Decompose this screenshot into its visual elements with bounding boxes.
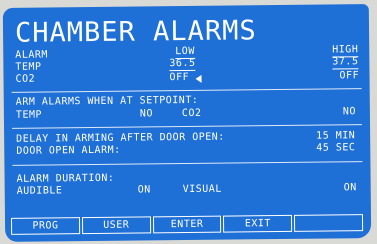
audible-label: AUDIBLE <box>16 185 63 197</box>
alarm-column-header: ALARM <box>15 49 48 61</box>
lcd-screen: CHAMBER ALARMS ALARM LOW HIGH TEMP 36.5 … <box>2 4 372 242</box>
temp-low-value[interactable]: 36.5 <box>169 58 196 72</box>
arm-co2-value[interactable]: NO <box>343 106 356 117</box>
divider <box>12 124 363 129</box>
prog-button[interactable]: PROG <box>10 217 80 235</box>
function-key-bar: PROG USER ENTER EXIT <box>10 214 364 235</box>
visual-label: VISUAL <box>182 183 222 196</box>
enter-button[interactable]: ENTER <box>152 215 222 234</box>
divider <box>12 161 363 166</box>
exit-button[interactable]: EXIT <box>223 214 293 233</box>
divider <box>11 88 362 93</box>
arm-temp-label: TEMP <box>15 109 43 121</box>
audible-value[interactable]: ON <box>138 184 151 195</box>
arm-alarms-heading: ARM ALARMS WHEN AT SETPOINT: <box>15 94 199 108</box>
page-title: CHAMBER ALARMS <box>14 15 257 49</box>
blank-function-button[interactable] <box>294 214 364 232</box>
co2-alarm-label: CO2 <box>15 73 36 85</box>
door-open-alarm-label: DOOR OPEN ALARM: <box>16 144 121 157</box>
temp-high-value[interactable]: 37.5 <box>332 56 359 70</box>
co2-high-value[interactable]: OFF <box>339 70 359 81</box>
co2-low-value[interactable]: OFF <box>169 72 189 83</box>
delay-arming-value[interactable]: 15 MIN <box>316 130 355 141</box>
temp-alarm-label: TEMP <box>15 61 42 73</box>
user-button[interactable]: USER <box>81 216 151 235</box>
cursor-arrow-icon <box>195 74 202 83</box>
arm-temp-value[interactable]: NO <box>140 108 153 119</box>
arm-co2-label: CO2 <box>181 107 202 120</box>
delay-arming-label: DELAY IN ARMING AFTER DOOR OPEN: <box>16 131 225 145</box>
alarm-duration-heading: ALARM DURATION: <box>16 172 115 185</box>
visual-value[interactable]: ON <box>344 182 357 193</box>
door-open-alarm-value[interactable]: 45 SEC <box>316 142 355 153</box>
